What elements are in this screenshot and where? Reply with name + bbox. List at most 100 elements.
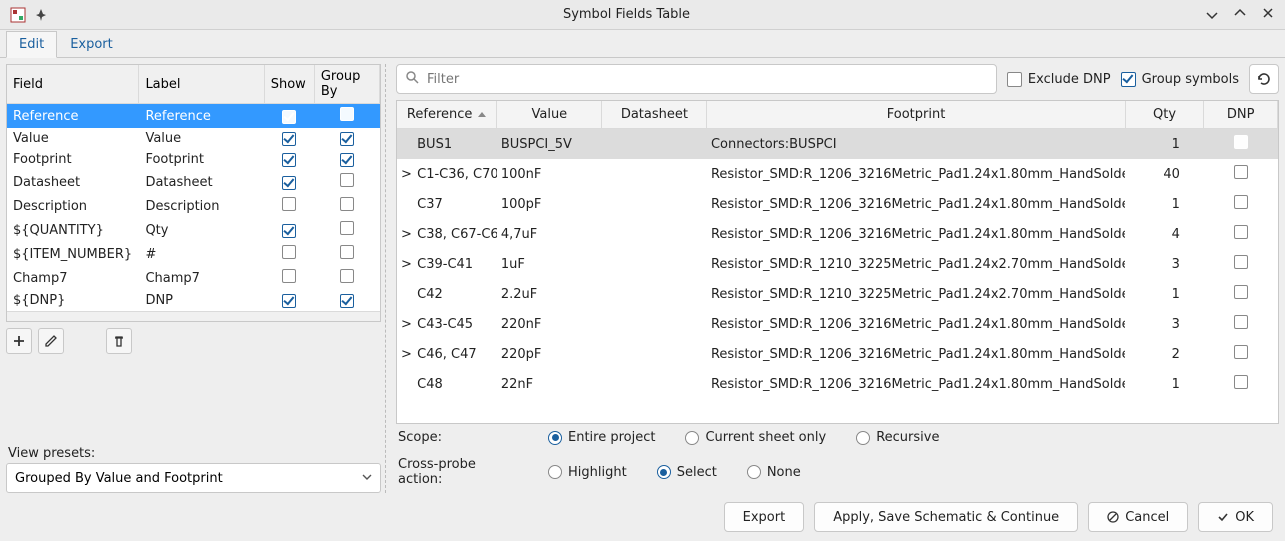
- field-row[interactable]: ReferenceReference: [7, 104, 380, 129]
- field-cell-name[interactable]: Description: [7, 194, 139, 218]
- field-cell-label[interactable]: Qty: [139, 218, 264, 242]
- grid-row[interactable]: C422.2uFResistor_SMD:R_1210_3225Metric_P…: [397, 279, 1278, 309]
- field-row[interactable]: FootprintFootprint: [7, 149, 380, 170]
- grid-cell-datasheet[interactable]: [602, 159, 707, 189]
- grid-cell-reference[interactable]: > C46, C47: [397, 339, 497, 369]
- field-cell-name[interactable]: Champ7: [7, 266, 139, 290]
- cancel-button[interactable]: Cancel: [1088, 502, 1188, 532]
- main-grid[interactable]: Reference Value Datasheet Footprint Qty …: [396, 100, 1279, 424]
- grid-row[interactable]: C4822nFResistor_SMD:R_1206_3216Metric_Pa…: [397, 369, 1278, 399]
- field-cell-label[interactable]: DNP: [139, 290, 264, 311]
- dnp-checkbox[interactable]: [1234, 285, 1248, 299]
- grid-row[interactable]: BUS1BUSPCI_5VConnectors:BUSPCI1: [397, 129, 1278, 160]
- delete-field-button[interactable]: [106, 328, 132, 354]
- groupby-checkbox[interactable]: [340, 294, 354, 308]
- grid-header-datasheet[interactable]: Datasheet: [602, 101, 707, 129]
- grid-cell-value[interactable]: 220pF: [497, 339, 602, 369]
- crossprobe-option-none[interactable]: None: [747, 465, 801, 480]
- field-row[interactable]: Champ7Champ7: [7, 266, 380, 290]
- grid-cell-value[interactable]: BUSPCI_5V: [497, 129, 602, 160]
- grid-cell-footprint[interactable]: Resistor_SMD:R_1206_3216Metric_Pad1.24x1…: [707, 339, 1125, 369]
- dnp-checkbox[interactable]: [1234, 165, 1248, 179]
- field-row[interactable]: ${DNP}DNP: [7, 290, 380, 311]
- grid-cell-datasheet[interactable]: [602, 219, 707, 249]
- groupby-checkbox[interactable]: [340, 107, 354, 121]
- horizontal-scrollbar[interactable]: [7, 311, 380, 321]
- field-cell-name[interactable]: ${DNP}: [7, 290, 139, 311]
- radio-icon[interactable]: [657, 465, 671, 479]
- tab-export[interactable]: Export: [57, 31, 126, 57]
- apply-button[interactable]: Apply, Save Schematic & Continue: [814, 502, 1078, 532]
- grid-cell-qty[interactable]: 1: [1125, 129, 1204, 160]
- minimize-button[interactable]: [1205, 6, 1219, 24]
- field-table[interactable]: Field Label Show Group By ReferenceRefer…: [6, 64, 381, 322]
- grid-cell-footprint[interactable]: Resistor_SMD:R_1206_3216Metric_Pad1.24x1…: [707, 309, 1125, 339]
- dnp-checkbox[interactable]: [1234, 135, 1248, 149]
- filter-input[interactable]: [396, 64, 997, 94]
- view-presets-combo[interactable]: Grouped By Value and Footprint: [6, 463, 381, 493]
- grid-cell-reference[interactable]: > C38, C67-C69: [397, 219, 497, 249]
- groupby-checkbox[interactable]: [340, 269, 354, 283]
- grid-row[interactable]: > C39-C411uFResistor_SMD:R_1210_3225Metr…: [397, 249, 1278, 279]
- field-row[interactable]: DatasheetDatasheet: [7, 170, 380, 194]
- grid-cell-datasheet[interactable]: [602, 189, 707, 219]
- grid-cell-footprint[interactable]: Resistor_SMD:R_1210_3225Metric_Pad1.24x2…: [707, 249, 1125, 279]
- field-header-groupby[interactable]: Group By: [314, 65, 379, 104]
- field-cell-label[interactable]: #: [139, 242, 264, 266]
- field-row[interactable]: DescriptionDescription: [7, 194, 380, 218]
- field-row[interactable]: ${ITEM_NUMBER}#: [7, 242, 380, 266]
- dnp-checkbox[interactable]: [1234, 225, 1248, 239]
- show-checkbox[interactable]: [282, 110, 296, 124]
- grid-row[interactable]: C37100pFResistor_SMD:R_1206_3216Metric_P…: [397, 189, 1278, 219]
- grid-cell-qty[interactable]: 3: [1125, 309, 1204, 339]
- grid-cell-datasheet[interactable]: [602, 309, 707, 339]
- field-row[interactable]: ${QUANTITY}Qty: [7, 218, 380, 242]
- grid-cell-reference[interactable]: > C1-C36, C70-C71: [397, 159, 497, 189]
- grid-header-value[interactable]: Value: [497, 101, 602, 129]
- field-cell-name[interactable]: Footprint: [7, 149, 139, 170]
- radio-icon[interactable]: [548, 431, 562, 445]
- grid-cell-qty[interactable]: 1: [1125, 279, 1204, 309]
- field-cell-label[interactable]: Reference: [139, 104, 264, 129]
- dnp-checkbox[interactable]: [1234, 195, 1248, 209]
- grid-header-reference[interactable]: Reference: [397, 101, 497, 129]
- grid-cell-value[interactable]: 220nF: [497, 309, 602, 339]
- grid-cell-footprint[interactable]: Resistor_SMD:R_1206_3216Metric_Pad1.24x1…: [707, 189, 1125, 219]
- export-button[interactable]: Export: [724, 502, 805, 532]
- field-row[interactable]: ValueValue: [7, 128, 380, 149]
- group-symbols-option[interactable]: Group symbols: [1121, 72, 1239, 87]
- grid-row[interactable]: > C43-C45220nF Resistor_SMD:R_1206_3216Me…: [397, 309, 1278, 339]
- grid-header-qty[interactable]: Qty: [1125, 101, 1204, 129]
- grid-cell-qty[interactable]: 3: [1125, 249, 1204, 279]
- dnp-checkbox[interactable]: [1234, 315, 1248, 329]
- grid-cell-datasheet[interactable]: [602, 339, 707, 369]
- groupby-checkbox[interactable]: [340, 221, 354, 235]
- show-checkbox[interactable]: [282, 176, 296, 190]
- groupby-checkbox[interactable]: [340, 173, 354, 187]
- grid-cell-footprint[interactable]: Connectors:BUSPCI: [707, 129, 1125, 160]
- groupby-checkbox[interactable]: [340, 245, 354, 259]
- field-cell-label[interactable]: Champ7: [139, 266, 264, 290]
- field-cell-name[interactable]: ${ITEM_NUMBER}: [7, 242, 139, 266]
- field-cell-name[interactable]: ${QUANTITY}: [7, 218, 139, 242]
- ok-button[interactable]: OK: [1198, 502, 1273, 532]
- scope-option-entire[interactable]: Entire project: [548, 430, 655, 445]
- grid-cell-reference[interactable]: > C39-C41: [397, 249, 497, 279]
- grid-cell-datasheet[interactable]: [602, 279, 707, 309]
- grid-cell-reference[interactable]: C48: [397, 369, 497, 399]
- grid-cell-footprint[interactable]: Resistor_SMD:R_1206_3216Metric_Pad1.24x1…: [707, 369, 1125, 399]
- close-button[interactable]: [1261, 6, 1275, 24]
- refresh-button[interactable]: [1249, 64, 1279, 94]
- grid-row[interactable]: > C38, C67-C694,7uFResistor_SMD:R_1206_3…: [397, 219, 1278, 249]
- show-checkbox[interactable]: [282, 224, 296, 238]
- grid-cell-qty[interactable]: 2: [1125, 339, 1204, 369]
- field-header-show[interactable]: Show: [264, 65, 314, 104]
- grid-cell-value[interactable]: 2.2uF: [497, 279, 602, 309]
- edit-field-button[interactable]: [38, 328, 64, 354]
- grid-cell-datasheet[interactable]: [602, 129, 707, 160]
- grid-header-footprint[interactable]: Footprint: [707, 101, 1125, 129]
- radio-icon[interactable]: [747, 465, 761, 479]
- grid-cell-reference[interactable]: > C43-C45: [397, 309, 497, 339]
- show-checkbox[interactable]: [282, 197, 296, 211]
- maximize-button[interactable]: [1233, 6, 1247, 24]
